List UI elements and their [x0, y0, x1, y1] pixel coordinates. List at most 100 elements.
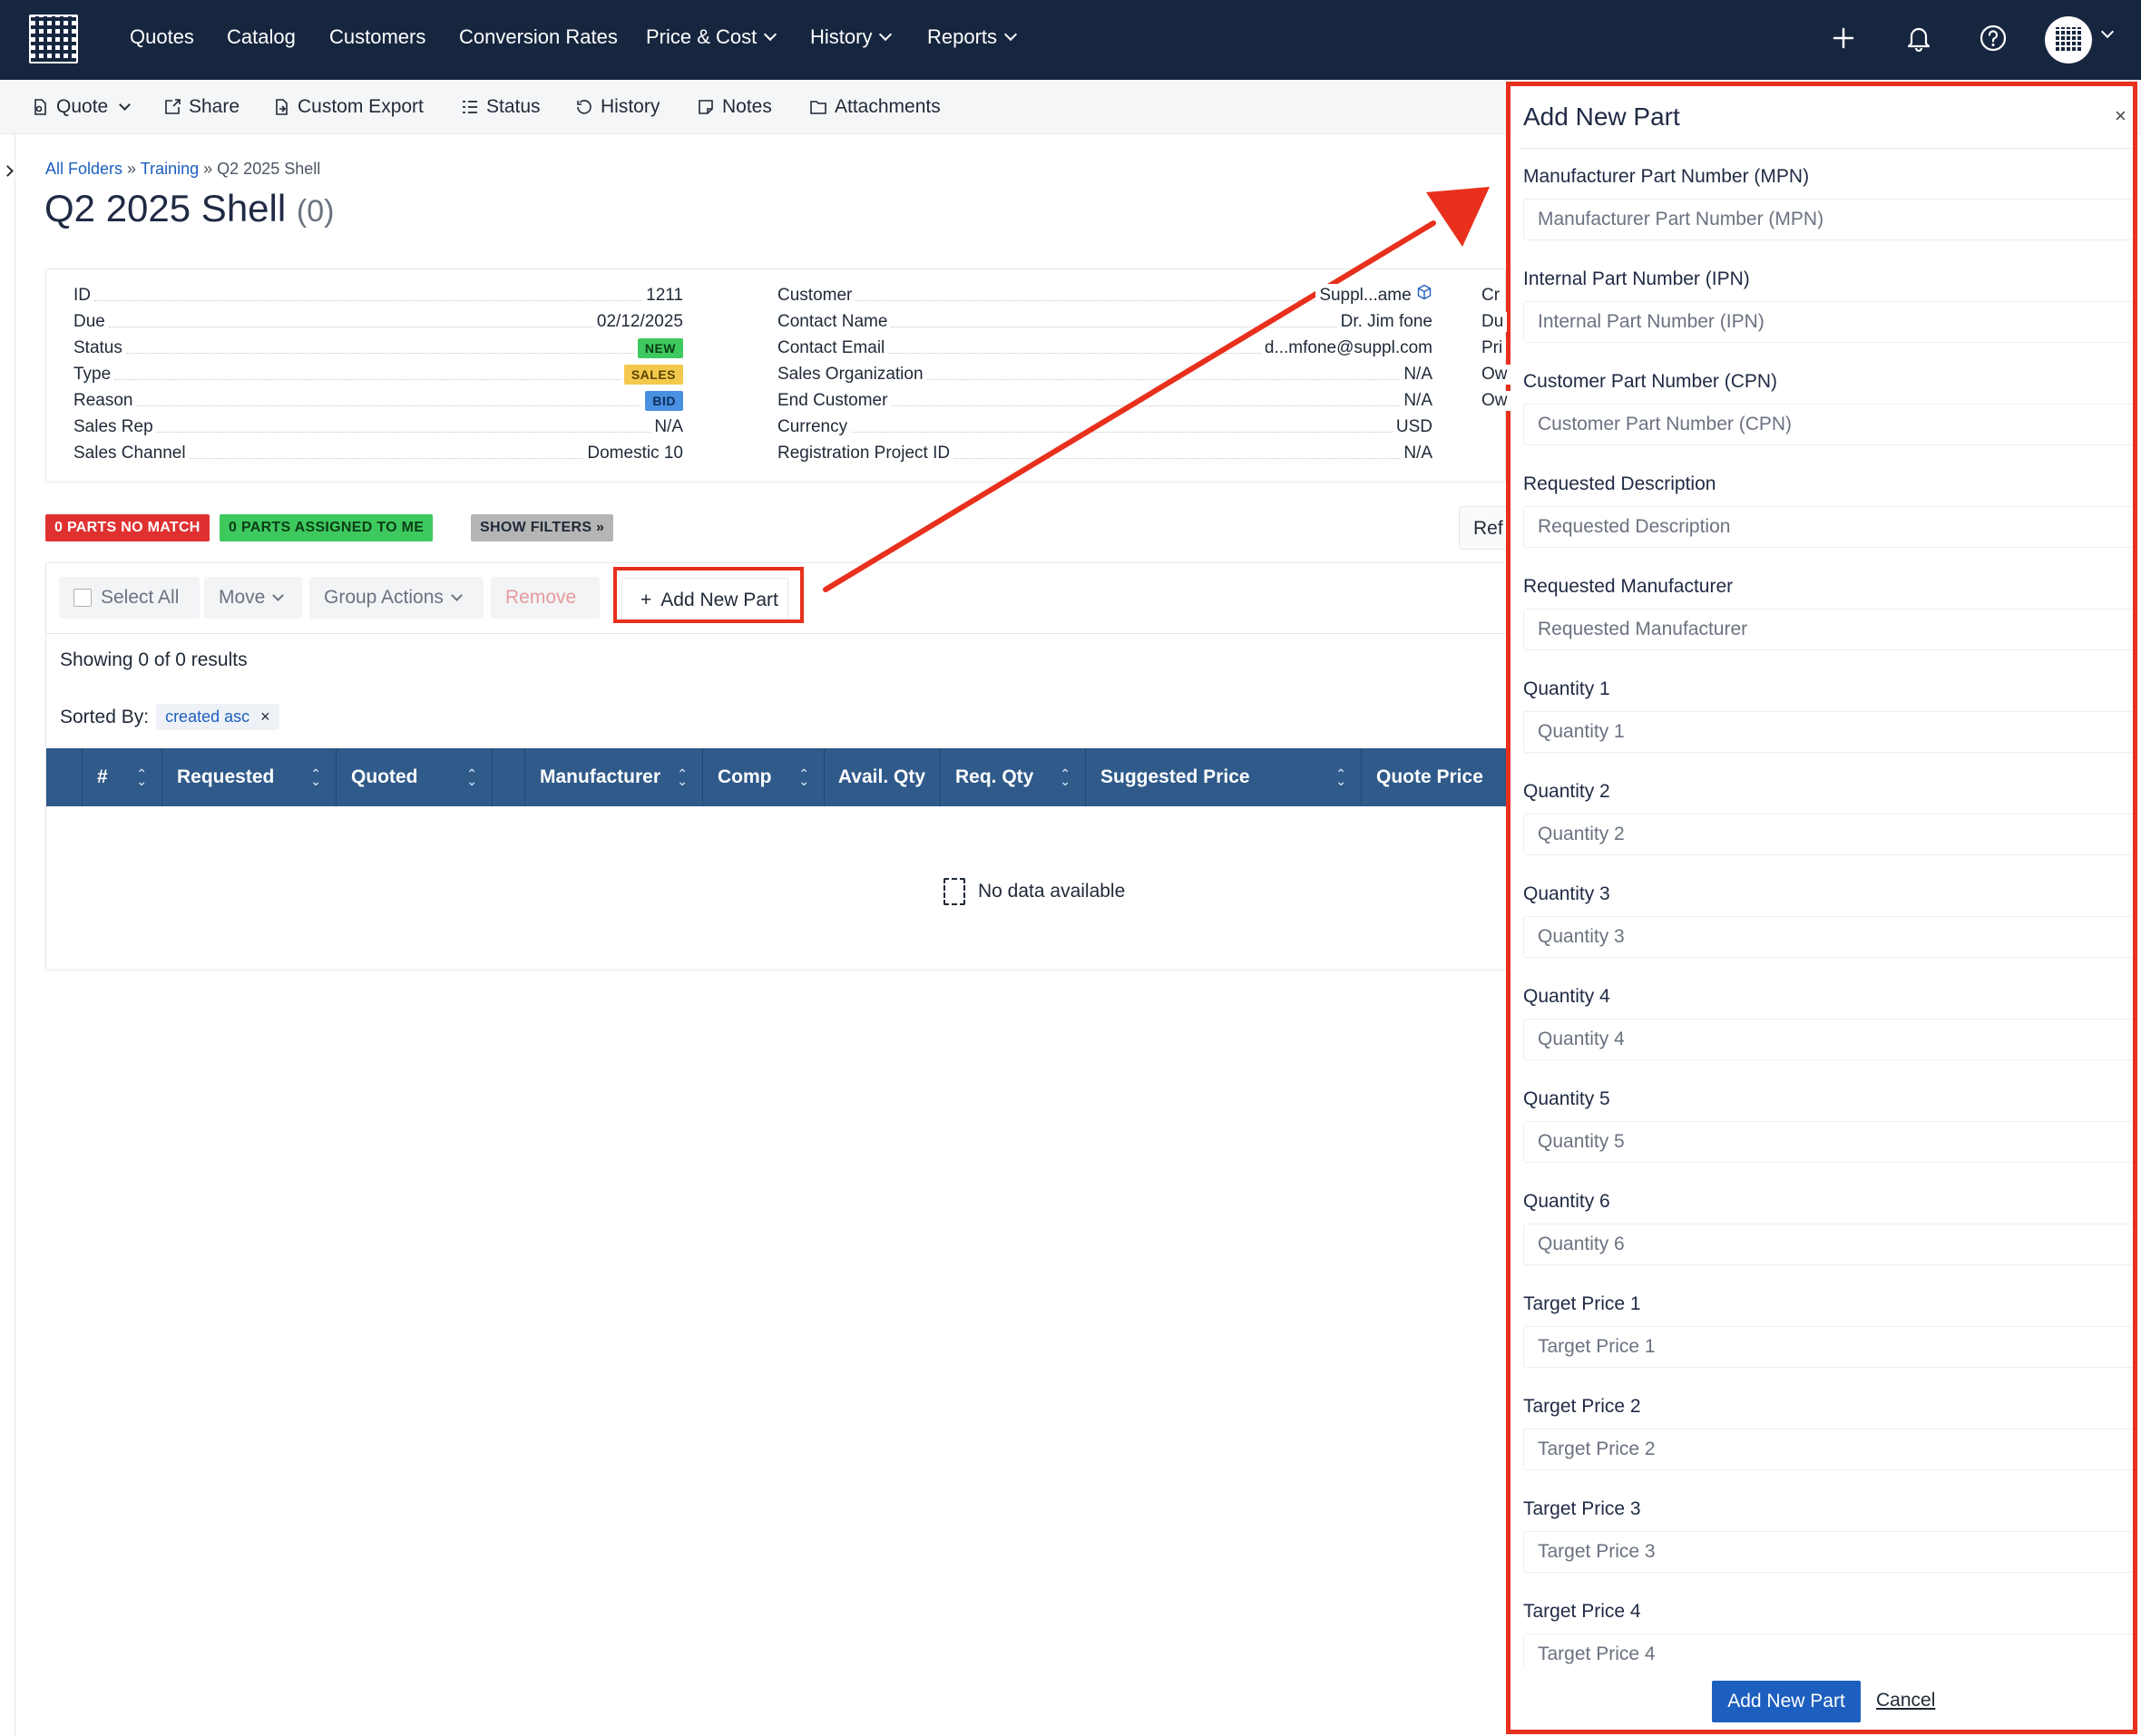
column-header-suggested-price[interactable]: Suggested Price ⌃ ⌄ — [1086, 748, 1362, 806]
show-filters-button[interactable]: SHOW FILTERS » — [471, 514, 614, 541]
breadcrumb-all-folders[interactable]: All Folders — [45, 160, 122, 178]
info-row-customer: Customer Suppl...ame — [777, 284, 1432, 306]
info-value: USD — [1392, 417, 1432, 437]
quantity-6-input[interactable] — [1523, 1224, 2133, 1265]
info-label: Ow — [1481, 391, 1511, 411]
column-header-quote-price[interactable]: Quote Price — [1362, 748, 1516, 806]
info-row-sales-channel: Sales Channel Domestic 10 — [73, 442, 683, 463]
ipn-input[interactable] — [1523, 301, 2133, 343]
requested-manufacturer-input[interactable] — [1523, 609, 2133, 650]
remove-label: Remove — [505, 587, 577, 608]
parts-assigned-chip[interactable]: 0 PARTS ASSIGNED TO ME — [220, 514, 434, 541]
target-price-1-input[interactable] — [1523, 1326, 2133, 1368]
target-price-4-label: Target Price 4 — [1523, 1601, 1641, 1622]
page-title-text: Q2 2025 Shell — [44, 187, 287, 229]
parts-no-match-chip[interactable]: 0 PARTS NO MATCH — [45, 514, 210, 541]
help-icon[interactable] — [1975, 20, 2011, 56]
nav-catalog[interactable]: Catalog — [227, 25, 296, 49]
nav-conversion-rates[interactable]: Conversion Rates — [459, 25, 618, 49]
quantity-4-input[interactable] — [1523, 1019, 2133, 1060]
quantity-6-label: Quantity 6 — [1523, 1191, 1610, 1212]
info-label: Du — [1481, 312, 1508, 332]
add-new-part-button[interactable]: + Add New Part — [621, 578, 788, 623]
history-button[interactable]: History — [575, 96, 660, 118]
column-header-index[interactable]: # ⌃ ⌄ — [83, 748, 162, 806]
column-label: Quoted — [351, 766, 418, 787]
column-header-avail-qty[interactable]: Avail. Qty — [825, 748, 941, 806]
nav-history[interactable]: History — [810, 25, 893, 49]
column-label: Requested — [177, 766, 275, 787]
share-button[interactable]: Share — [163, 96, 240, 118]
quantity-2-input[interactable] — [1523, 814, 2133, 855]
bell-icon[interactable] — [1901, 20, 1937, 56]
cpn-input[interactable] — [1523, 404, 2133, 445]
column-header-manufacturer[interactable]: Manufacturer ⌃ ⌄ — [525, 748, 703, 806]
status-button[interactable]: Status — [461, 96, 541, 118]
column-label: Comp — [718, 766, 772, 787]
select-all-checkbox[interactable] — [73, 589, 92, 607]
column-header-requested[interactable]: Requested ⌃ ⌄ — [162, 748, 337, 806]
sort-icon: ⌃ ⌄ — [1060, 766, 1070, 788]
requested-description-input[interactable] — [1523, 506, 2133, 548]
quantity-5-input[interactable] — [1523, 1121, 2133, 1163]
breadcrumb-training[interactable]: Training — [141, 160, 199, 178]
app-logo-grid — [31, 16, 76, 62]
top-navbar: Quotes Catalog Customers Conversion Rate… — [0, 0, 2141, 80]
select-all-button[interactable]: Select All — [59, 577, 200, 619]
nav-price-cost-label: Price & Cost — [646, 25, 758, 48]
quantity-2-label: Quantity 2 — [1523, 781, 1610, 802]
column-header-req-qty[interactable]: Req. Qty ⌃ ⌄ — [941, 748, 1086, 806]
nav-reports[interactable]: Reports — [927, 25, 1018, 49]
custom-export-button[interactable]: Custom Export — [272, 96, 424, 118]
close-icon[interactable]: × — [260, 707, 270, 727]
cancel-button[interactable]: Cancel — [1876, 1690, 1935, 1712]
status-badge: NEW — [637, 338, 683, 358]
column-header-comp[interactable]: Comp ⌃ ⌄ — [703, 748, 825, 806]
chevron-down-icon[interactable] — [2100, 24, 2115, 39]
info-value: N/A — [650, 417, 683, 437]
quote-menu-button[interactable]: Quote — [31, 96, 132, 118]
refresh-button[interactable]: Ref — [1459, 506, 1513, 550]
table-header-checkbox — [46, 748, 83, 806]
info-row-currency: Currency USD — [777, 415, 1432, 437]
parts-table-header: # ⌃ ⌄ Requested ⌃ ⌄ Quoted ⌃ ⌄ Manufacturer ⌃ ⌄ … — [46, 748, 1514, 806]
move-dropdown[interactable]: Move — [204, 577, 302, 619]
nav-quotes[interactable]: Quotes — [130, 25, 194, 49]
nav-price-cost[interactable]: Price & Cost — [646, 25, 777, 49]
target-price-2-input[interactable] — [1523, 1429, 2133, 1470]
info-row-due: Due 02/12/2025 — [73, 310, 683, 332]
info-row-status: Status NEW — [73, 336, 683, 358]
quantity-3-input[interactable] — [1523, 916, 2133, 958]
column-label: Req. Qty — [955, 766, 1034, 787]
chevron-down-icon — [451, 590, 463, 601]
column-header-quoted[interactable]: Quoted ⌃ ⌄ — [337, 748, 493, 806]
share-label: Share — [189, 96, 240, 117]
info-row-type: Type SALES — [73, 363, 683, 385]
attachments-button[interactable]: Attachments — [809, 96, 941, 118]
sidebar-toggle[interactable] — [0, 134, 15, 1736]
quote-menu-label: Quote — [56, 96, 109, 117]
nav-customers[interactable]: Customers — [329, 25, 425, 49]
add-new-part-submit-button[interactable]: Add New Part — [1712, 1681, 1861, 1722]
info-row-reason: Reason BID — [73, 389, 683, 411]
quantity-1-input[interactable] — [1523, 711, 2133, 753]
customer-value[interactable]: Suppl...ame — [1315, 284, 1432, 306]
notes-icon — [699, 100, 713, 114]
remove-button[interactable]: Remove — [491, 577, 600, 619]
page-title-count: (0) — [296, 194, 335, 229]
group-actions-dropdown[interactable]: Group Actions — [309, 577, 484, 619]
quantity-3-label: Quantity 3 — [1523, 883, 1610, 904]
notes-button[interactable]: Notes — [697, 96, 772, 118]
target-price-3-input[interactable] — [1523, 1531, 2133, 1573]
close-icon[interactable]: × — [2115, 104, 2126, 128]
plus-icon[interactable] — [1825, 20, 1862, 56]
target-price-2-label: Target Price 2 — [1523, 1396, 1641, 1417]
mpn-input[interactable] — [1523, 199, 2133, 240]
notes-label: Notes — [722, 96, 772, 117]
attachments-label: Attachments — [835, 96, 941, 117]
sort-tag[interactable]: created asc × — [156, 704, 279, 730]
cube-icon[interactable] — [1416, 284, 1432, 300]
info-label-partial: Du — [1481, 310, 1508, 332]
info-label: ID — [73, 286, 94, 306]
column-label: Suggested Price — [1100, 766, 1250, 787]
